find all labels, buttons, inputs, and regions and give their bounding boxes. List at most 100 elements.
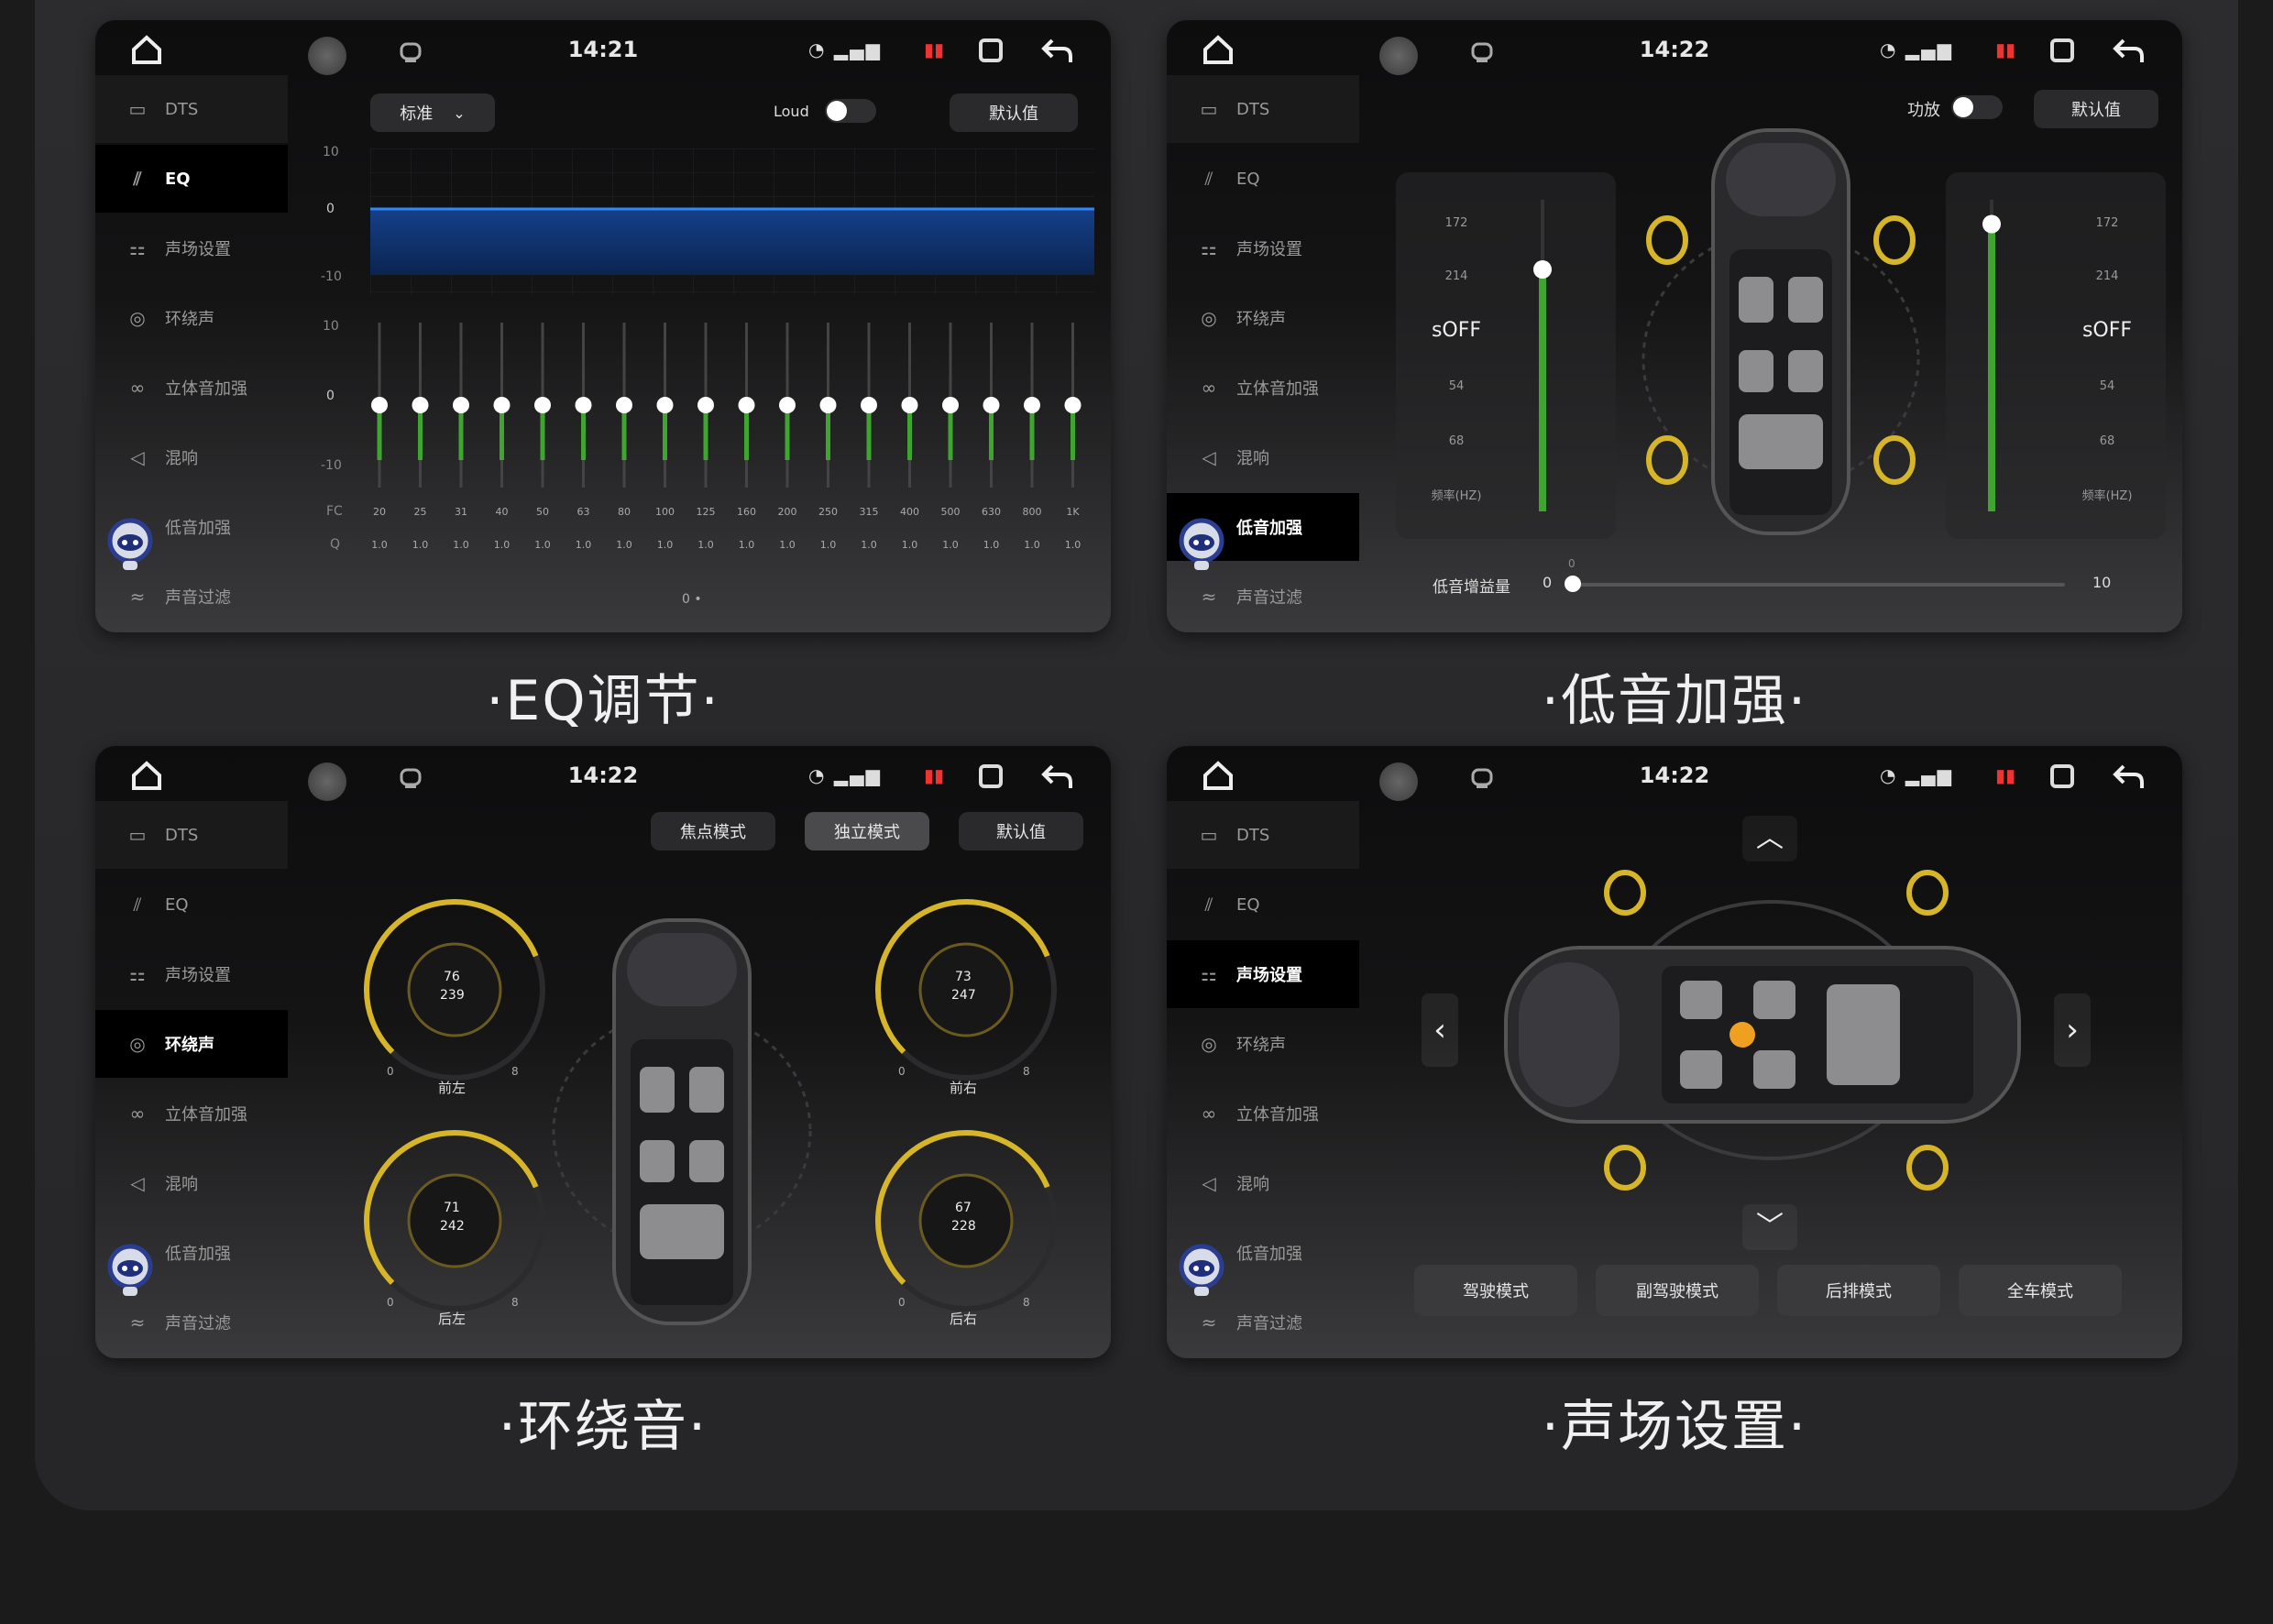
sidebar-item-3[interactable]: ◎ 环绕声 [95, 284, 288, 352]
fc-value: 20 [373, 506, 386, 518]
sidebar-item-0[interactable]: ▭ DTS [1167, 75, 1359, 143]
q-value: 1.0 [656, 539, 674, 551]
independent-mode-button[interactable]: 独立模式 [805, 812, 929, 850]
sidebar-item-2[interactable]: ⚏ 声场设置 [1167, 940, 1359, 1008]
sidebar-item-5[interactable]: ◁ 混响 [95, 1149, 288, 1217]
sidebar-item-4[interactable]: ∞ 立体音加强 [95, 1080, 288, 1147]
mascot-icon[interactable] [103, 515, 158, 574]
dial-value-1: 76 [444, 970, 460, 984]
amp-toggle[interactable] [1951, 95, 2003, 119]
gain-track[interactable] [1570, 583, 2065, 587]
default-button[interactable]: 默认值 [950, 93, 1078, 132]
fc-value: 200 [777, 506, 797, 518]
sidebar-item-1[interactable]: ⫽ EQ [95, 871, 288, 938]
sidebar-item-4[interactable]: ∞ 立体音加强 [1167, 354, 1359, 422]
status-time: 14:22 [567, 763, 639, 788]
eq-slider-thumb[interactable] [575, 397, 592, 413]
sidebar-item-2[interactable]: ⚏ 声场设置 [1167, 214, 1359, 282]
eq-slider-thumb[interactable] [371, 397, 388, 413]
dial-min: 0 [898, 1296, 906, 1309]
sidebar-item-5[interactable]: ◁ 混响 [95, 423, 288, 491]
eq-slider-thumb[interactable] [738, 397, 755, 413]
dial-value-1: 71 [444, 1201, 460, 1215]
eq-slider-thumb[interactable] [819, 397, 837, 413]
mascot-icon[interactable] [1174, 515, 1229, 574]
eq-slider-thumb[interactable] [779, 397, 796, 413]
sidebar-item-2[interactable]: ⚏ 声场设置 [95, 214, 288, 282]
bass-slider-thumb[interactable] [1982, 214, 2001, 234]
eq-slider-thumb[interactable] [534, 397, 551, 413]
sidebar-item-3[interactable]: ◎ 环绕声 [1167, 1010, 1359, 1078]
sidebar-item-4[interactable]: ∞ 立体音加强 [1167, 1080, 1359, 1147]
back-icon[interactable] [1039, 759, 1074, 794]
soundfield-panel: 14:22 ◔ ▂▄▆ ▮▮ ▭ DTS ⫽ EQ ⚏ 声场设置 ◎ 环绕声 ∞ 立体音加强 ◁ 混响… [1167, 746, 2182, 1358]
back-icon[interactable] [2111, 759, 2146, 794]
sound-field-mode-button[interactable]: 后排模式 [1777, 1265, 1940, 1316]
fc-value: 500 [940, 506, 961, 518]
sidebar: ▭DTS⫽EQ⚏声场设置◎环绕声∞立体音加强◁混响⌂低音加强≈声音过滤 [95, 801, 288, 1358]
eq-slider-thumb[interactable] [453, 397, 469, 413]
chevron-right-icon[interactable]: › [2054, 993, 2091, 1067]
preset-dropdown[interactable]: 标准 ⌄ [370, 93, 495, 132]
sidebar-item-0[interactable]: ▭ DTS [95, 801, 288, 869]
window-icon[interactable] [979, 38, 1003, 62]
eq-slider-thumb[interactable] [697, 397, 714, 413]
fc-value: 100 [655, 506, 675, 518]
default-button[interactable]: 默认值 [2034, 90, 2158, 128]
chevron-left-icon[interactable]: ‹ [1422, 993, 1458, 1067]
eq-slider-thumb[interactable] [983, 397, 1000, 413]
sidebar-item-5[interactable]: ◁ 混响 [1167, 423, 1359, 491]
eq-slider-thumb[interactable] [616, 397, 632, 413]
back-icon[interactable] [2111, 33, 2146, 68]
eq-slider-thumb[interactable] [412, 397, 429, 413]
sound-field-mode-button[interactable]: 全车模式 [1959, 1265, 2122, 1316]
mascot-icon[interactable] [103, 1241, 158, 1300]
right-bass-slider[interactable] [1973, 191, 2010, 521]
dial-max: 8 [1023, 1065, 1030, 1078]
sidebar-item-1[interactable]: ⫽ EQ [1167, 145, 1359, 213]
eq-slider-thumb[interactable] [901, 397, 918, 413]
sidebar-item-3[interactable]: ◎ 环绕声 [95, 1010, 288, 1078]
sidebar-item-3[interactable]: ◎ 环绕声 [1167, 284, 1359, 352]
dial-min: 0 [898, 1065, 906, 1078]
sidebar-item-icon: ⫽ [1204, 894, 1213, 916]
sidebar-item-0[interactable]: ▭ DTS [95, 75, 288, 143]
sidebar-item-icon: ≈ [1201, 586, 1217, 608]
sidebar-item-label: 声音过滤 [1236, 1314, 1302, 1333]
sidebar-item-1[interactable]: ⫽ EQ [1167, 871, 1359, 938]
sidebar-item-label: EQ [165, 894, 189, 915]
sidebar-item-4[interactable]: ∞ 立体音加强 [95, 354, 288, 422]
window-icon[interactable] [2050, 38, 2074, 62]
eq-slider-thumb[interactable] [1024, 397, 1040, 413]
sidebar-item-2[interactable]: ⚏ 声场设置 [95, 940, 288, 1008]
sidebar-item-icon: ≈ [129, 1311, 146, 1333]
eq-slider-thumb[interactable] [861, 397, 877, 413]
window-icon[interactable] [979, 764, 1003, 788]
sidebar-item-icon: ▭ [128, 98, 147, 120]
eq-slider-thumb[interactable] [656, 397, 674, 413]
sidebar-item-icon: ⚏ [1201, 237, 1217, 259]
sound-field-mode-button[interactable]: 驾驶模式 [1414, 1265, 1577, 1316]
focus-mode-button[interactable]: 焦点模式 [651, 812, 775, 850]
gain-label: 低音增益量 [1433, 578, 1510, 597]
eq-slider-thumb[interactable] [493, 397, 511, 413]
left-bass-slider[interactable] [1524, 191, 1561, 521]
q-value: 1.0 [534, 539, 551, 551]
eq-slider-thumb[interactable] [1064, 397, 1082, 413]
loud-toggle[interactable] [825, 99, 876, 123]
battery-icon: ▮▮ [1994, 38, 2015, 60]
dial-value-2: 239 [440, 988, 465, 1003]
sidebar-item-5[interactable]: ◁ 混响 [1167, 1149, 1359, 1217]
back-icon[interactable] [1039, 33, 1074, 68]
bass-slider-thumb[interactable] [1533, 260, 1552, 279]
sidebar-item-0[interactable]: ▭ DTS [1167, 801, 1359, 869]
default-button[interactable]: 默认值 [959, 812, 1083, 850]
eq-slider-thumb[interactable] [942, 397, 959, 413]
sound-field-mode-button[interactable]: 副驾驶模式 [1596, 1265, 1759, 1316]
gain-thumb[interactable] [1565, 576, 1581, 592]
caption-surround: ·环绕音· [498, 1395, 708, 1459]
window-icon[interactable] [2050, 764, 2074, 788]
mascot-icon[interactable] [1174, 1241, 1229, 1300]
sidebar-item-1[interactable]: ⫽ EQ [95, 145, 288, 213]
sidebar-item-icon: ◁ [130, 1172, 145, 1194]
